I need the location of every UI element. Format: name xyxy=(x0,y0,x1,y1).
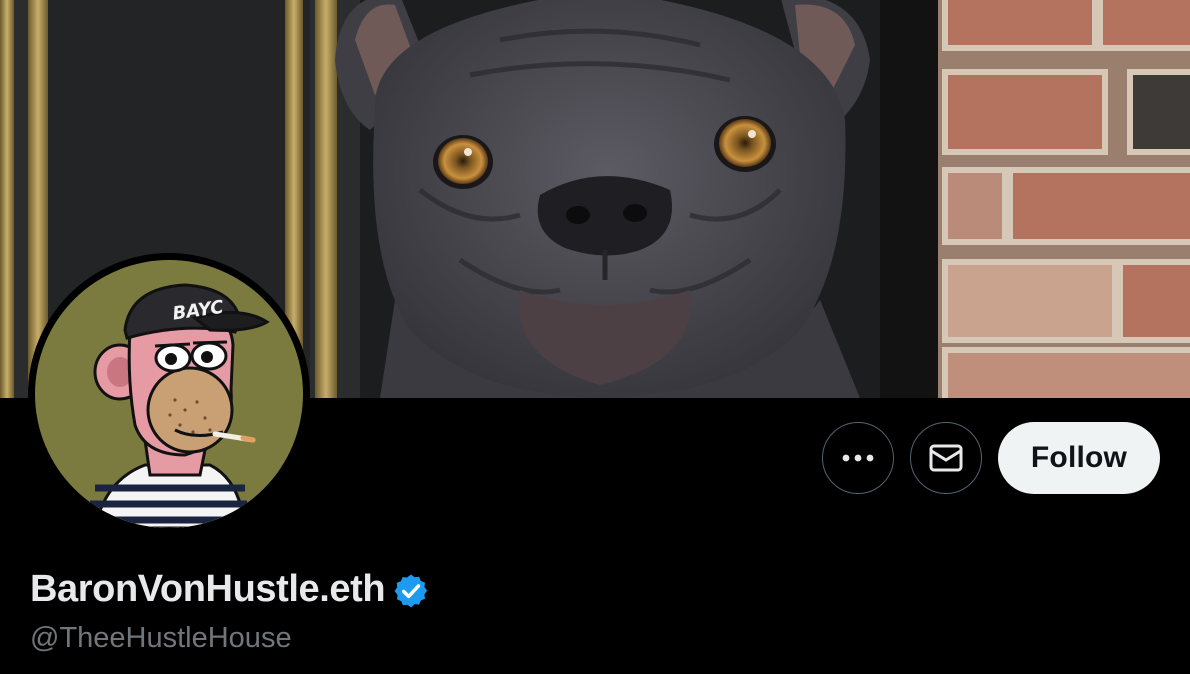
more-horizontal-icon xyxy=(842,454,874,462)
avatar[interactable]: BAYC xyxy=(28,253,310,535)
display-name: BaronVonHustle.eth xyxy=(30,568,386,610)
display-name-row: BaronVonHustle.eth xyxy=(30,568,430,611)
message-button[interactable] xyxy=(910,422,982,494)
follow-button[interactable]: Follow xyxy=(998,422,1160,494)
envelope-icon xyxy=(929,444,963,472)
verified-badge-icon[interactable] xyxy=(392,572,430,610)
user-handle: @TheeHustleHouse xyxy=(30,622,292,654)
more-options-button[interactable] xyxy=(822,422,894,494)
